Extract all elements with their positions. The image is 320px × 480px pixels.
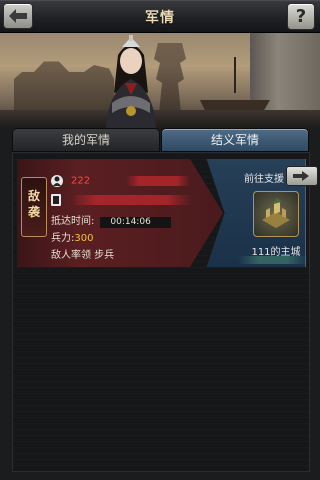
redacted-bar <box>238 256 308 264</box>
redacted-bar <box>71 195 191 205</box>
support-label: 前往支援 <box>244 174 284 185</box>
player-row: 222 <box>51 175 191 187</box>
redacted-bar <box>126 176 191 186</box>
enemy-raid-badge: 敌袭 <box>21 177 47 237</box>
go-support-button[interactable] <box>286 166 318 186</box>
report-tabs: 我的军情 结义军情 <box>12 128 309 152</box>
report-panel: 敌袭 222 抵达时间: 00:14:06 兵力:300 敌人率领 步兵 前往支援 <box>12 152 318 472</box>
tab-my-reports[interactable]: 我的军情 <box>12 128 160 152</box>
help-button[interactable]: ? <box>287 3 315 30</box>
guild-icon <box>51 194 61 206</box>
arrive-row: 抵达时间: 00:14:06 <box>51 212 171 228</box>
force-row: 兵力:300 <box>51 229 93 244</box>
tab-ally-reports[interactable]: 结义军情 <box>161 128 309 152</box>
right-arrow-icon <box>293 171 309 181</box>
top-bar: 军情 ? <box>0 0 320 33</box>
lead-row: 敌人率领 步兵 <box>51 246 114 261</box>
banner-image <box>0 33 320 128</box>
player-icon <box>51 175 63 187</box>
enemy-player-name: 222 <box>71 175 91 187</box>
force-value: 300 <box>74 233 94 244</box>
arrive-label: 抵达时间: <box>51 216 95 227</box>
force-label: 兵力: <box>51 233 75 244</box>
castle-icon[interactable] <box>253 191 299 237</box>
enemy-lead-text: 敌人率领 步兵 <box>51 250 115 261</box>
report-card[interactable]: 敌袭 222 抵达时间: 00:14:06 兵力:300 敌人率领 步兵 前往支援 <box>17 159 318 267</box>
general-portrait <box>106 35 156 128</box>
page-title: 军情 <box>145 10 175 26</box>
arrive-time: 00:14:06 <box>100 217 171 228</box>
guild-row <box>51 194 191 206</box>
